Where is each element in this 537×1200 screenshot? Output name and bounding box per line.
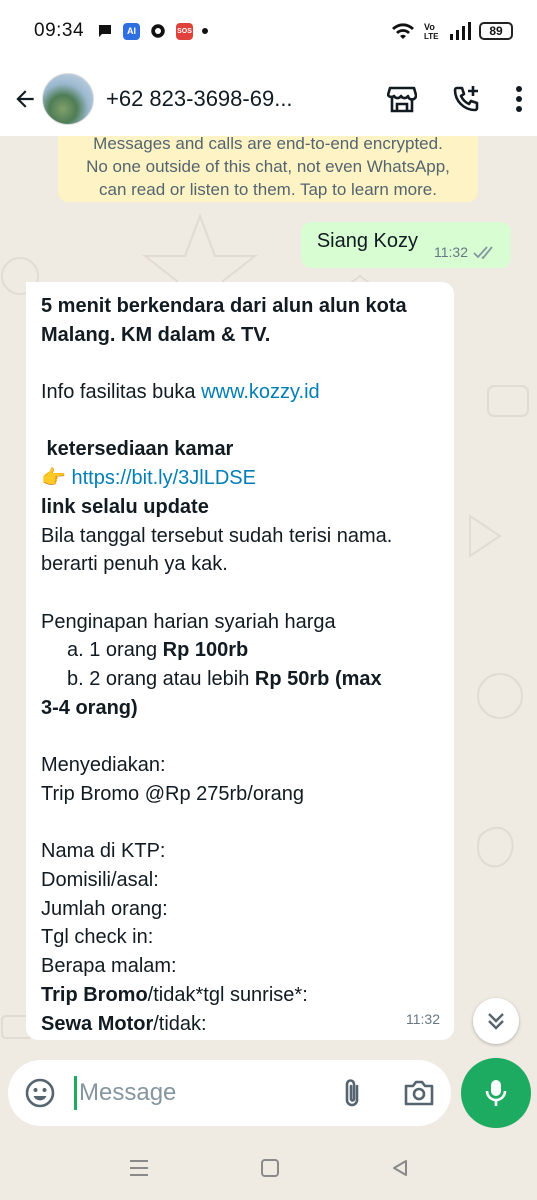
outgoing-message-text: Siang Kozy: [316, 230, 418, 252]
add-call-icon[interactable]: [451, 84, 481, 114]
avatar[interactable]: [42, 73, 94, 125]
chat-area[interactable]: Messages and calls are end-to-end encryp…: [0, 136, 537, 1048]
price-text: Rp 100rb: [162, 639, 249, 662]
message-line: 5 menit berkendara dari alun alun kota: [41, 295, 407, 317]
back-triangle-icon[interactable]: [390, 1158, 410, 1178]
message-line: Penginapan harian syariah harga: [41, 610, 336, 633]
message-line: Menyediakan:: [41, 754, 166, 777]
message-line: berarti penuh ya kak.: [41, 553, 228, 576]
double-check-icon: [473, 246, 493, 259]
recents-menu-icon[interactable]: [128, 1158, 150, 1178]
message-composer: [8, 1060, 451, 1126]
message-line: Domisili/asal:: [41, 868, 159, 891]
message-line: b. 2 orang atau lebih Rp 50rb (max: [41, 665, 440, 694]
notification-icons: AI SOS: [96, 22, 209, 40]
message-line: link selalu update: [41, 495, 209, 518]
message-line: Nama di KTP:: [41, 840, 166, 863]
encryption-notice[interactable]: Messages and calls are end-to-end encryp…: [58, 136, 478, 202]
message-input[interactable]: [79, 1079, 279, 1107]
message-line: a. 1 orang Rp 100rb: [41, 636, 440, 665]
wifi-icon: [392, 23, 414, 39]
dot-icon: [202, 28, 209, 34]
scroll-to-bottom-button[interactable]: [473, 998, 519, 1044]
message-line: Malang. KM dalam & TV.: [41, 323, 271, 346]
svg-text:LTE: LTE: [424, 32, 439, 41]
message-text: b. 2 orang atau lebih: [67, 668, 255, 691]
chat-header: +62 823-3698-69...: [0, 62, 537, 136]
outgoing-message-time: 11:32: [434, 244, 468, 260]
text-cursor: [74, 1076, 77, 1110]
svg-text:Vo: Vo: [424, 22, 435, 32]
message-text: Info fasilitas buka: [41, 381, 202, 404]
back-button[interactable]: [10, 84, 40, 114]
message-text: /tidak:: [153, 1012, 207, 1035]
message-line: Info fasilitas buka www.kozzy.id: [41, 378, 440, 407]
signal-icon: [450, 22, 471, 40]
home-square-icon[interactable]: [260, 1158, 280, 1178]
message-line: Tgl check in:: [41, 926, 154, 949]
message-text: a. 1 orang: [67, 639, 163, 662]
message-line: ketersediaan kamar: [41, 438, 234, 461]
message-line: Trip Bromo @Rp 275rb/orang: [41, 782, 305, 805]
incoming-message[interactable]: 5 menit berkendara dari alun alun kota M…: [26, 282, 454, 1040]
message-text: /tidak*tgl sunrise*:: [147, 983, 308, 1006]
encryption-line-3: can read or listen to them. Tap to learn…: [99, 180, 437, 199]
message-bold-text: Trip Bromo: [41, 983, 148, 1006]
voice-message-button[interactable]: [461, 1058, 531, 1128]
volte-icon: VoLTE: [424, 22, 439, 41]
outgoing-message[interactable]: Siang Kozy 11:32: [300, 222, 511, 268]
pointing-hand-emoji: 👉: [41, 467, 66, 490]
bitly-link[interactable]: https://bit.ly/3JlLDSE: [71, 467, 256, 489]
message-line: 3-4 orang): [41, 696, 138, 719]
encryption-line-1: Messages and calls are end-to-end encryp…: [93, 136, 443, 153]
message-line: Jumlah orang:: [41, 897, 168, 920]
website-link[interactable]: www.kozzy.id: [201, 381, 320, 403]
battery-icon: 89: [479, 22, 513, 40]
system-nav-bar: [0, 1136, 537, 1200]
message-line: Sewa Motor/tidak:: [41, 1010, 440, 1039]
shop-icon[interactable]: [387, 85, 417, 113]
attach-icon[interactable]: [341, 1077, 363, 1109]
double-chevron-down-icon: [488, 1013, 504, 1030]
emoji-icon[interactable]: [24, 1077, 56, 1109]
contact-name[interactable]: +62 823-3698-69...: [106, 86, 328, 112]
status-time: 09:34: [34, 20, 85, 41]
back-arrow-icon: [16, 90, 34, 108]
microphone-icon: [485, 1080, 507, 1106]
circle-app-icon: [151, 24, 165, 38]
more-vert-icon[interactable]: [515, 86, 523, 112]
ai-badge-icon: AI: [123, 22, 141, 40]
camera-icon[interactable]: [403, 1079, 435, 1107]
encryption-line-2: No one outside of this chat, not even Wh…: [86, 157, 450, 176]
price-text: Rp 50rb (max: [254, 668, 382, 691]
message-line: Bila tanggal tersebut sudah terisi nama.: [41, 524, 393, 547]
incoming-message-time: 11:32: [406, 1011, 440, 1028]
sos-badge-icon: SOS: [176, 22, 194, 40]
message-line: 👉 https://bit.ly/3JlLDSE: [41, 464, 440, 493]
status-bar: 09:34 AI SOS Vo LTE 89: [0, 0, 537, 62]
chat-bubble-icon: [99, 25, 112, 37]
message-line: Berapa malam:: [41, 955, 177, 978]
message-bold-text: Sewa Motor: [41, 1012, 154, 1035]
message-line: Trip Bromo/tidak*tgl sunrise*:: [41, 981, 440, 1010]
